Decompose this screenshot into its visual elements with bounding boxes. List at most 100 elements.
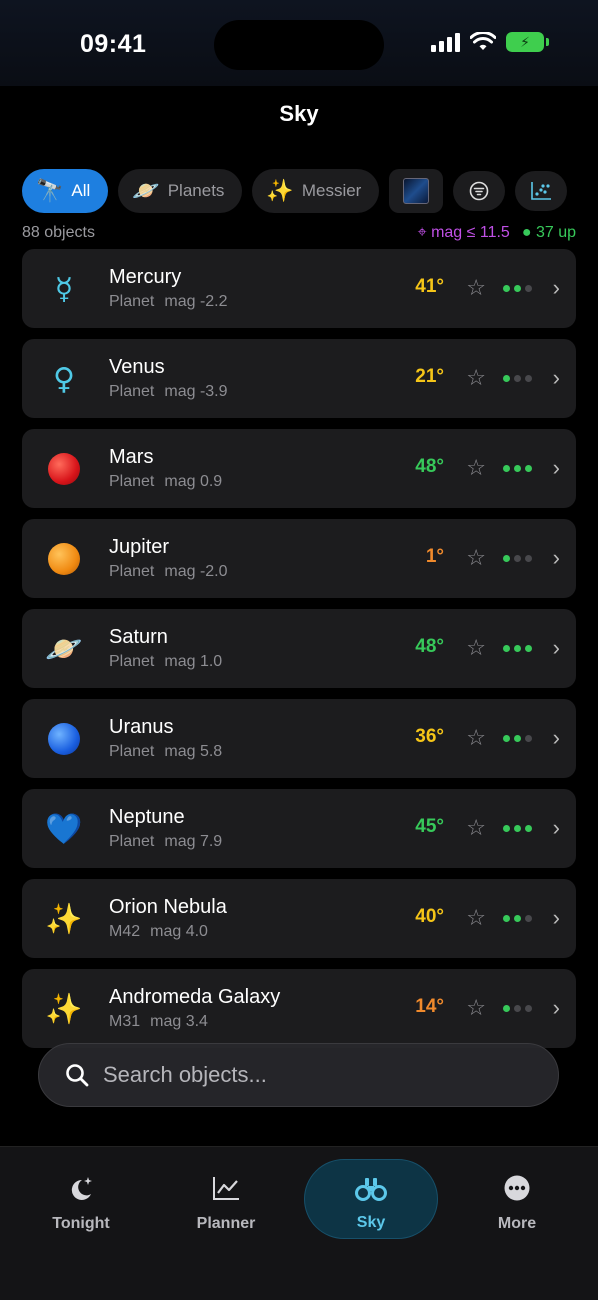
blue-circle-icon xyxy=(46,721,82,757)
object-name: Andromeda Galaxy xyxy=(109,986,281,1008)
object-name: Venus xyxy=(109,356,165,378)
filter-options-button[interactable] xyxy=(453,171,506,211)
mercury-symbol-icon: ☿ xyxy=(54,271,74,307)
object-magnitude: mag 0.9 xyxy=(164,473,223,490)
object-name: Uranus xyxy=(109,716,174,738)
list-item[interactable]: Mars Planet mag 0.9 48° ☆ › xyxy=(22,429,576,508)
favorite-star-icon[interactable]: ☆ xyxy=(466,455,486,481)
filter-all-chip[interactable]: 🔭 All xyxy=(22,169,109,213)
chevron-right-icon: › xyxy=(552,545,560,570)
object-altitude: 48° xyxy=(415,636,444,657)
favorite-star-icon[interactable]: ☆ xyxy=(466,995,486,1021)
object-subtitle: Planet mag -3.9 xyxy=(109,383,228,401)
status-icons: ⚡ xyxy=(431,32,549,52)
list-item[interactable]: Jupiter Planet mag -2.0 1° ☆ › xyxy=(22,519,576,598)
object-magnitude: mag 3.4 xyxy=(150,1013,208,1030)
list-item[interactable]: ✨ Orion Nebula M42 mag 4.0 40° ☆ › xyxy=(22,879,576,958)
visibility-dots xyxy=(503,285,532,292)
favorite-star-icon[interactable]: ☆ xyxy=(466,815,486,841)
object-altitude: 21° xyxy=(415,366,444,387)
object-altitude: 36° xyxy=(415,726,444,747)
object-subtitle: Planet mag 7.9 xyxy=(109,833,222,851)
sparkles-icon: ✨ xyxy=(45,992,83,1026)
object-type: Planet xyxy=(109,653,155,670)
chevron-right-icon: › xyxy=(552,275,560,300)
tab-more[interactable]: More xyxy=(457,1173,577,1233)
scatter-chart-icon xyxy=(531,182,552,200)
sparkles-icon: ✨ xyxy=(266,178,294,203)
object-altitude: 40° xyxy=(415,906,444,927)
blue-heart-icon: 💙 xyxy=(45,812,83,846)
object-name: Jupiter xyxy=(109,536,170,558)
visibility-dots xyxy=(503,375,532,382)
chevron-right-icon: › xyxy=(552,995,560,1020)
tab-sky[interactable]: Sky xyxy=(304,1159,438,1239)
filter-messier-chip[interactable]: ✨ Messier xyxy=(252,169,380,213)
object-type: Planet xyxy=(109,293,155,310)
status-bar: 09:41 ⚡ xyxy=(0,0,598,86)
telescope-icon: 🔭 xyxy=(36,178,64,203)
object-type: Planet xyxy=(109,383,155,400)
favorite-star-icon[interactable]: ☆ xyxy=(466,905,486,931)
favorite-star-icon[interactable]: ☆ xyxy=(466,545,486,571)
search-input[interactable] xyxy=(103,1062,523,1088)
list-item[interactable]: 🪐 Saturn Planet mag 1.0 48° ☆ › xyxy=(22,609,576,688)
object-type: Planet xyxy=(109,473,155,490)
chevron-right-icon: › xyxy=(552,725,560,750)
more-icon xyxy=(504,1175,530,1201)
tab-tonight-label: Tonight xyxy=(52,1215,110,1232)
favorite-star-icon[interactable]: ☆ xyxy=(466,725,486,751)
battery-charging-icon: ⚡ xyxy=(506,32,549,52)
list-item[interactable]: ✨ Andromeda Galaxy M31 mag 3.4 14° ☆ › xyxy=(22,969,576,1048)
object-subtitle: Planet mag -2.2 xyxy=(109,293,228,311)
object-altitude: 48° xyxy=(415,456,444,477)
favorite-star-icon[interactable]: ☆ xyxy=(466,275,486,301)
sky-image-button[interactable] xyxy=(389,169,444,213)
visibility-dots xyxy=(503,555,532,562)
object-name: Mercury xyxy=(109,266,182,288)
search-icon xyxy=(66,1064,89,1087)
search-bar[interactable] xyxy=(38,1043,559,1107)
filter-icon xyxy=(470,181,489,201)
status-time: 09:41 xyxy=(80,30,147,58)
favorite-star-icon[interactable]: ☆ xyxy=(466,635,486,661)
filter-messier-label: Messier xyxy=(301,181,362,200)
filter-planets-chip[interactable]: 🪐 Planets xyxy=(118,169,243,213)
object-subtitle: Planet mag 1.0 xyxy=(109,653,222,671)
list-item[interactable]: Uranus Planet mag 5.8 36° ☆ › xyxy=(22,699,576,778)
tab-bar: Tonight Planner Sky More xyxy=(0,1146,598,1300)
object-type: Planet xyxy=(109,563,155,580)
chevron-right-icon: › xyxy=(552,905,560,930)
filter-planets-label: Planets xyxy=(167,181,225,200)
object-magnitude: mag 5.8 xyxy=(164,743,223,760)
object-altitude: 1° xyxy=(425,546,444,567)
chevron-right-icon: › xyxy=(552,815,560,840)
object-magnitude: mag -3.9 xyxy=(164,383,228,400)
list-item[interactable]: ☿ Mercury Planet mag -2.2 41° ☆ › xyxy=(22,249,576,328)
object-name: Orion Nebula xyxy=(109,896,227,918)
visibility-dots xyxy=(503,825,532,832)
magnitude-filter[interactable]: ⌖ mag ≤ 11.5 xyxy=(418,224,510,242)
favorite-star-icon[interactable]: ☆ xyxy=(466,365,486,391)
summary-row: 88 objects ⌖ mag ≤ 11.5 ● 37 up xyxy=(22,224,576,244)
visibility-dots xyxy=(503,735,532,742)
red-circle-icon xyxy=(46,451,82,487)
object-magnitude: mag -2.2 xyxy=(164,293,228,310)
object-subtitle: Planet mag 0.9 xyxy=(109,473,222,491)
visibility-dots xyxy=(503,645,532,652)
object-type: Planet xyxy=(109,743,155,760)
object-subtitle: M42 mag 4.0 xyxy=(109,923,208,941)
tab-planner[interactable]: Planner xyxy=(166,1173,286,1233)
list-item[interactable]: 💙 Neptune Planet mag 7.9 45° ☆ › xyxy=(22,789,576,868)
visibility-dots xyxy=(503,1005,532,1012)
scatter-plot-button[interactable] xyxy=(515,171,568,211)
tab-tonight[interactable]: Tonight xyxy=(21,1173,141,1233)
object-type: M42 xyxy=(109,923,141,940)
object-altitude: 41° xyxy=(415,276,444,297)
cellular-signal-icon xyxy=(431,32,460,52)
filter-chips: 🔭 All 🪐 Planets ✨ Messier xyxy=(22,169,568,213)
object-count: 88 objects xyxy=(22,224,95,241)
chevron-right-icon: › xyxy=(552,455,560,480)
list-item[interactable]: ♀ Venus Planet mag -3.9 21° ☆ › xyxy=(22,339,576,418)
object-altitude: 14° xyxy=(415,996,444,1017)
